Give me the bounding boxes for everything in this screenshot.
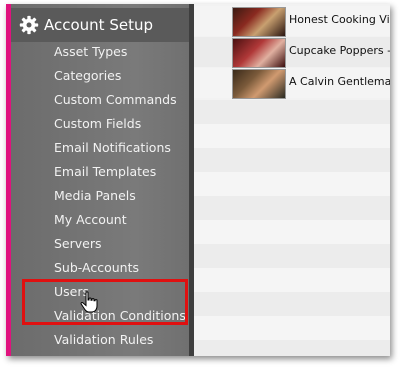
video-thumbnail [232,69,286,99]
gear-icon [19,15,39,35]
sidebar-item-sub-accounts[interactable]: Sub-Accounts [54,260,204,276]
empty-row [194,220,390,244]
sidebar-item-asset-types[interactable]: Asset Types [54,44,204,60]
list-item[interactable]: A Calvin Gentleman [194,68,390,99]
empty-row [194,244,390,268]
empty-row [194,340,390,356]
sidebar-header-account-setup[interactable]: Account Setup [11,8,189,42]
empty-row [194,196,390,220]
hand-cursor-icon [80,291,98,313]
video-title: Cupcake Poppers - E [289,44,390,57]
sidebar-item-categories[interactable]: Categories [54,68,204,84]
sidebar-item-validation-conditions[interactable]: Validation Conditions [54,308,204,324]
app-window: Account Setup Asset Types Categories Cus… [6,4,390,356]
sidebar-item-email-notifications[interactable]: Email Notifications [54,140,204,156]
list-item[interactable]: Honest Cooking Visi [194,6,390,37]
sidebar-item-my-account[interactable]: My Account [54,212,204,228]
sidebar-item-custom-fields[interactable]: Custom Fields [54,116,204,132]
media-list: Honest Cooking Visi Cupcake Poppers - E … [194,4,390,356]
empty-row [194,148,390,172]
empty-row [194,100,390,124]
sidebar-header-label: Account Setup [44,16,153,34]
empty-row [194,292,390,316]
video-title: Honest Cooking Visi [289,13,390,26]
empty-row [194,316,390,340]
sidebar: Account Setup Asset Types Categories Cus… [11,4,189,356]
video-thumbnail [232,7,286,37]
empty-row [194,172,390,196]
video-title: A Calvin Gentleman [289,75,390,88]
sidebar-item-email-templates[interactable]: Email Templates [54,164,204,180]
list-item[interactable]: Cupcake Poppers - E [194,37,390,68]
empty-row [194,268,390,292]
empty-row [194,124,390,148]
sidebar-item-servers[interactable]: Servers [54,236,204,252]
video-thumbnail [232,38,286,68]
sidebar-item-media-panels[interactable]: Media Panels [54,188,204,204]
sidebar-item-users[interactable]: Users [54,284,204,300]
sidebar-item-custom-commands[interactable]: Custom Commands [54,92,204,108]
sidebar-item-validation-rules[interactable]: Validation Rules [54,332,204,348]
